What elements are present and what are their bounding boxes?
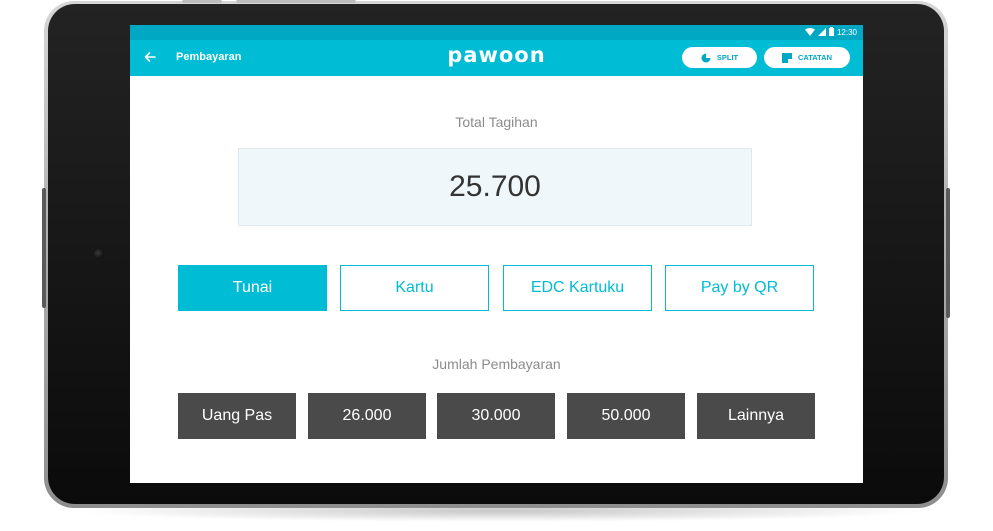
note-icon <box>781 52 792 63</box>
status-bar: 12:30 <box>130 25 863 40</box>
split-button[interactable]: SPLIT <box>682 47 757 68</box>
power-button <box>182 0 222 3</box>
method-tunai-button[interactable]: Tunai <box>178 265 327 311</box>
amount-section-label: Jumlah Pembayaran <box>432 356 561 372</box>
side-button-right <box>946 188 950 318</box>
pie-chart-icon <box>701 53 711 63</box>
tablet-mockup: 12:30 Pembayaran pawoon SPLIT CATATAN To… <box>0 0 993 531</box>
notes-label: CATATAN <box>797 53 833 62</box>
signal-icon <box>817 27 826 38</box>
notes-button[interactable]: CATATAN <box>764 47 850 68</box>
amount-exact-button[interactable]: Uang Pas <box>178 393 296 439</box>
method-kartu-button[interactable]: Kartu <box>340 265 489 311</box>
front-camera <box>94 249 104 259</box>
total-amount-display: 25.700 <box>238 148 752 226</box>
app-bar: Pembayaran pawoon SPLIT CATATAN <box>130 40 863 76</box>
status-time: 12:30 <box>836 28 857 37</box>
method-edc-kartuku-button[interactable]: EDC Kartuku <box>503 265 652 311</box>
wifi-icon <box>804 27 815 38</box>
split-label: SPLIT <box>716 53 739 62</box>
battery-icon <box>828 27 834 38</box>
side-button-left <box>42 188 46 308</box>
total-label: Total Tagihan <box>455 114 538 130</box>
status-icons: 12:30 <box>804 26 857 39</box>
app-screen: 12:30 Pembayaran pawoon SPLIT CATATAN To… <box>130 25 863 483</box>
total-amount: 25.700 <box>449 170 541 203</box>
method-pay-by-qr-button[interactable]: Pay by QR <box>665 265 814 311</box>
amount-options: Uang Pas 26.000 30.000 50.000 Lainnya <box>178 393 815 439</box>
payment-method-tabs: Tunai Kartu EDC Kartuku Pay by QR <box>178 265 815 311</box>
volume-button <box>236 0 356 3</box>
amount-26000-button[interactable]: 26.000 <box>308 393 426 439</box>
amount-other-button[interactable]: Lainnya <box>697 393 815 439</box>
amount-50000-button[interactable]: 50.000 <box>567 393 685 439</box>
amount-30000-button[interactable]: 30.000 <box>437 393 555 439</box>
